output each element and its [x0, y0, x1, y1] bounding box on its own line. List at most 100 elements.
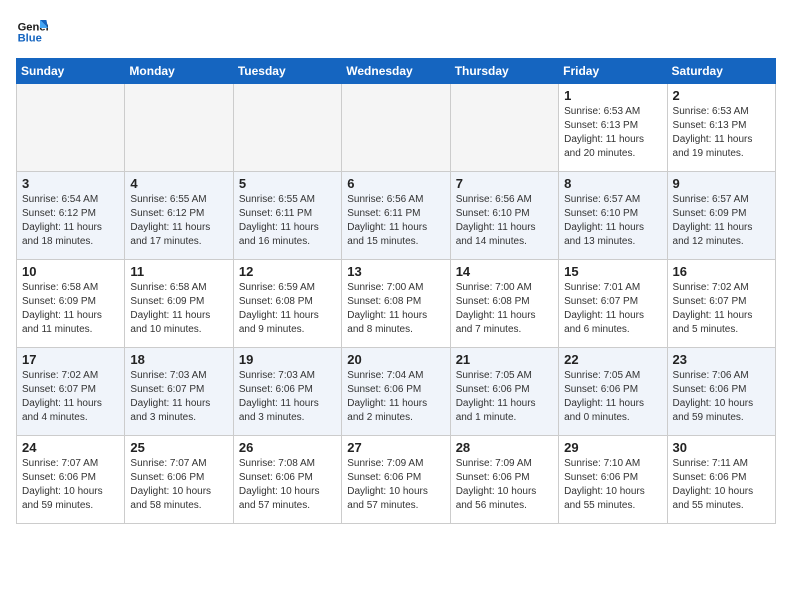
- day-number: 22: [564, 352, 661, 367]
- day-number: 12: [239, 264, 336, 279]
- day-info: Sunrise: 6:56 AM Sunset: 6:11 PM Dayligh…: [347, 193, 444, 249]
- day-info: Sunrise: 7:09 AM Sunset: 6:06 PM Dayligh…: [347, 457, 444, 513]
- calendar-cell: 13 Sunrise: 7:00 AM Sunset: 6:08 PM Dayli…: [342, 260, 450, 348]
- day-info: Sunrise: 7:06 AM Sunset: 6:06 PM Dayligh…: [673, 369, 770, 425]
- day-info: Sunrise: 7:08 AM Sunset: 6:06 PM Dayligh…: [239, 457, 336, 513]
- calendar-cell: 14 Sunrise: 7:00 AM Sunset: 6:08 PM Dayli…: [450, 260, 558, 348]
- calendar-cell: 27 Sunrise: 7:09 AM Sunset: 6:06 PM Dayli…: [342, 436, 450, 524]
- weekday-header-monday: Monday: [125, 59, 233, 84]
- calendar-cell: 26 Sunrise: 7:08 AM Sunset: 6:06 PM Dayli…: [233, 436, 341, 524]
- weekday-header-thursday: Thursday: [450, 59, 558, 84]
- logo-icon: General Blue: [16, 16, 48, 48]
- day-info: Sunrise: 6:54 AM Sunset: 6:12 PM Dayligh…: [22, 193, 119, 249]
- calendar-cell: 7 Sunrise: 6:56 AM Sunset: 6:10 PM Daylig…: [450, 172, 558, 260]
- day-number: 26: [239, 440, 336, 455]
- day-number: 27: [347, 440, 444, 455]
- day-number: 30: [673, 440, 770, 455]
- day-info: Sunrise: 6:59 AM Sunset: 6:08 PM Dayligh…: [239, 281, 336, 337]
- day-info: Sunrise: 6:55 AM Sunset: 6:11 PM Dayligh…: [239, 193, 336, 249]
- logo: General Blue: [16, 16, 48, 48]
- day-number: 3: [22, 176, 119, 191]
- day-number: 4: [130, 176, 227, 191]
- day-number: 25: [130, 440, 227, 455]
- day-info: Sunrise: 7:04 AM Sunset: 6:06 PM Dayligh…: [347, 369, 444, 425]
- calendar-week-row: 3 Sunrise: 6:54 AM Sunset: 6:12 PM Daylig…: [17, 172, 776, 260]
- calendar-cell: 2Sunrise: 6:53 AM Sunset: 6:13 PM Daylig…: [667, 84, 775, 172]
- day-number: 1: [564, 88, 661, 103]
- day-number: 23: [673, 352, 770, 367]
- calendar-cell: [450, 84, 558, 172]
- weekday-header-wednesday: Wednesday: [342, 59, 450, 84]
- weekday-header-saturday: Saturday: [667, 59, 775, 84]
- weekday-header-sunday: Sunday: [17, 59, 125, 84]
- day-number: 9: [673, 176, 770, 191]
- day-number: 6: [347, 176, 444, 191]
- calendar-cell: 24 Sunrise: 7:07 AM Sunset: 6:06 PM Dayli…: [17, 436, 125, 524]
- calendar-cell: [125, 84, 233, 172]
- calendar-week-row: 1 Sunrise: 6:53 AM Sunset: 6:13 PM Daylig…: [17, 84, 776, 172]
- day-number: 8: [564, 176, 661, 191]
- day-number: 16: [673, 264, 770, 279]
- calendar-cell: [233, 84, 341, 172]
- day-number: 10: [22, 264, 119, 279]
- calendar-cell: 10 Sunrise: 6:58 AM Sunset: 6:09 PM Dayli…: [17, 260, 125, 348]
- day-info: Sunrise: 6:57 AM Sunset: 6:10 PM Dayligh…: [564, 193, 661, 249]
- day-info: Sunrise: 6:55 AM Sunset: 6:12 PM Dayligh…: [130, 193, 227, 249]
- page-header: General Blue: [16, 16, 776, 48]
- day-number: 11: [130, 264, 227, 279]
- calendar-cell: 4 Sunrise: 6:55 AM Sunset: 6:12 PM Daylig…: [125, 172, 233, 260]
- day-number: 28: [456, 440, 553, 455]
- day-number: 14: [456, 264, 553, 279]
- calendar-cell: 30 Sunrise: 7:11 AM Sunset: 6:06 PM Dayli…: [667, 436, 775, 524]
- calendar-cell: 23 Sunrise: 7:06 AM Sunset: 6:06 PM Dayli…: [667, 348, 775, 436]
- day-info: Sunrise: 7:00 AM Sunset: 6:08 PM Dayligh…: [347, 281, 444, 337]
- day-number: 15: [564, 264, 661, 279]
- day-info: Sunrise: 6:57 AM Sunset: 6:09 PM Dayligh…: [673, 193, 770, 249]
- svg-text:Blue: Blue: [18, 33, 42, 45]
- day-info: Sunrise: 7:10 AM Sunset: 6:06 PM Dayligh…: [564, 457, 661, 513]
- day-info: Sunrise: 6:58 AM Sunset: 6:09 PM Dayligh…: [130, 281, 227, 337]
- day-number: 29: [564, 440, 661, 455]
- calendar-week-row: 24 Sunrise: 7:07 AM Sunset: 6:06 PM Dayli…: [17, 436, 776, 524]
- day-info: Sunrise: 6:53 AM Sunset: 6:13 PM Dayligh…: [564, 105, 661, 161]
- calendar-cell: 21Sunrise: 7:05 AM Sunset: 6:06 PM Dayli…: [450, 348, 558, 436]
- day-info: Sunrise: 7:11 AM Sunset: 6:06 PM Dayligh…: [673, 457, 770, 513]
- calendar-cell: 3 Sunrise: 6:54 AM Sunset: 6:12 PM Daylig…: [17, 172, 125, 260]
- day-number: 24: [22, 440, 119, 455]
- calendar-cell: 28 Sunrise: 7:09 AM Sunset: 6:06 PM Dayli…: [450, 436, 558, 524]
- day-number: 17: [22, 352, 119, 367]
- calendar-cell: 6 Sunrise: 6:56 AM Sunset: 6:11 PM Daylig…: [342, 172, 450, 260]
- day-info: Sunrise: 7:03 AM Sunset: 6:06 PM Dayligh…: [239, 369, 336, 425]
- calendar-cell: 25 Sunrise: 7:07 AM Sunset: 6:06 PM Dayli…: [125, 436, 233, 524]
- day-info: Sunrise: 6:56 AM Sunset: 6:10 PM Dayligh…: [456, 193, 553, 249]
- calendar-cell: 9 Sunrise: 6:57 AM Sunset: 6:09 PM Daylig…: [667, 172, 775, 260]
- day-number: 21: [456, 352, 553, 367]
- calendar-cell: 17Sunrise: 7:02 AM Sunset: 6:07 PM Dayli…: [17, 348, 125, 436]
- day-info: Sunrise: 7:00 AM Sunset: 6:08 PM Dayligh…: [456, 281, 553, 337]
- day-info: Sunrise: 7:09 AM Sunset: 6:06 PM Dayligh…: [456, 457, 553, 513]
- calendar-cell: 5Sunrise: 6:55 AM Sunset: 6:11 PM Daylig…: [233, 172, 341, 260]
- day-number: 20: [347, 352, 444, 367]
- day-number: 18: [130, 352, 227, 367]
- calendar-cell: 11 Sunrise: 6:58 AM Sunset: 6:09 PM Dayli…: [125, 260, 233, 348]
- day-info: Sunrise: 6:58 AM Sunset: 6:09 PM Dayligh…: [22, 281, 119, 337]
- day-info: Sunrise: 7:02 AM Sunset: 6:07 PM Dayligh…: [673, 281, 770, 337]
- calendar-cell: [17, 84, 125, 172]
- day-number: 19: [239, 352, 336, 367]
- calendar-cell: 20 Sunrise: 7:04 AM Sunset: 6:06 PM Dayli…: [342, 348, 450, 436]
- calendar-week-row: 17Sunrise: 7:02 AM Sunset: 6:07 PM Dayli…: [17, 348, 776, 436]
- weekday-header-friday: Friday: [559, 59, 667, 84]
- day-info: Sunrise: 6:53 AM Sunset: 6:13 PM Dayligh…: [673, 105, 770, 161]
- calendar-cell: 15Sunrise: 7:01 AM Sunset: 6:07 PM Dayli…: [559, 260, 667, 348]
- day-info: Sunrise: 7:07 AM Sunset: 6:06 PM Dayligh…: [130, 457, 227, 513]
- weekday-header-tuesday: Tuesday: [233, 59, 341, 84]
- day-number: 7: [456, 176, 553, 191]
- calendar-cell: 22 Sunrise: 7:05 AM Sunset: 6:06 PM Dayli…: [559, 348, 667, 436]
- day-number: 13: [347, 264, 444, 279]
- calendar-cell: 12 Sunrise: 6:59 AM Sunset: 6:08 PM Dayli…: [233, 260, 341, 348]
- calendar-week-row: 10 Sunrise: 6:58 AM Sunset: 6:09 PM Dayli…: [17, 260, 776, 348]
- day-info: Sunrise: 7:05 AM Sunset: 6:06 PM Dayligh…: [564, 369, 661, 425]
- day-info: Sunrise: 7:03 AM Sunset: 6:07 PM Dayligh…: [130, 369, 227, 425]
- calendar-cell: 1 Sunrise: 6:53 AM Sunset: 6:13 PM Daylig…: [559, 84, 667, 172]
- day-info: Sunrise: 7:07 AM Sunset: 6:06 PM Dayligh…: [22, 457, 119, 513]
